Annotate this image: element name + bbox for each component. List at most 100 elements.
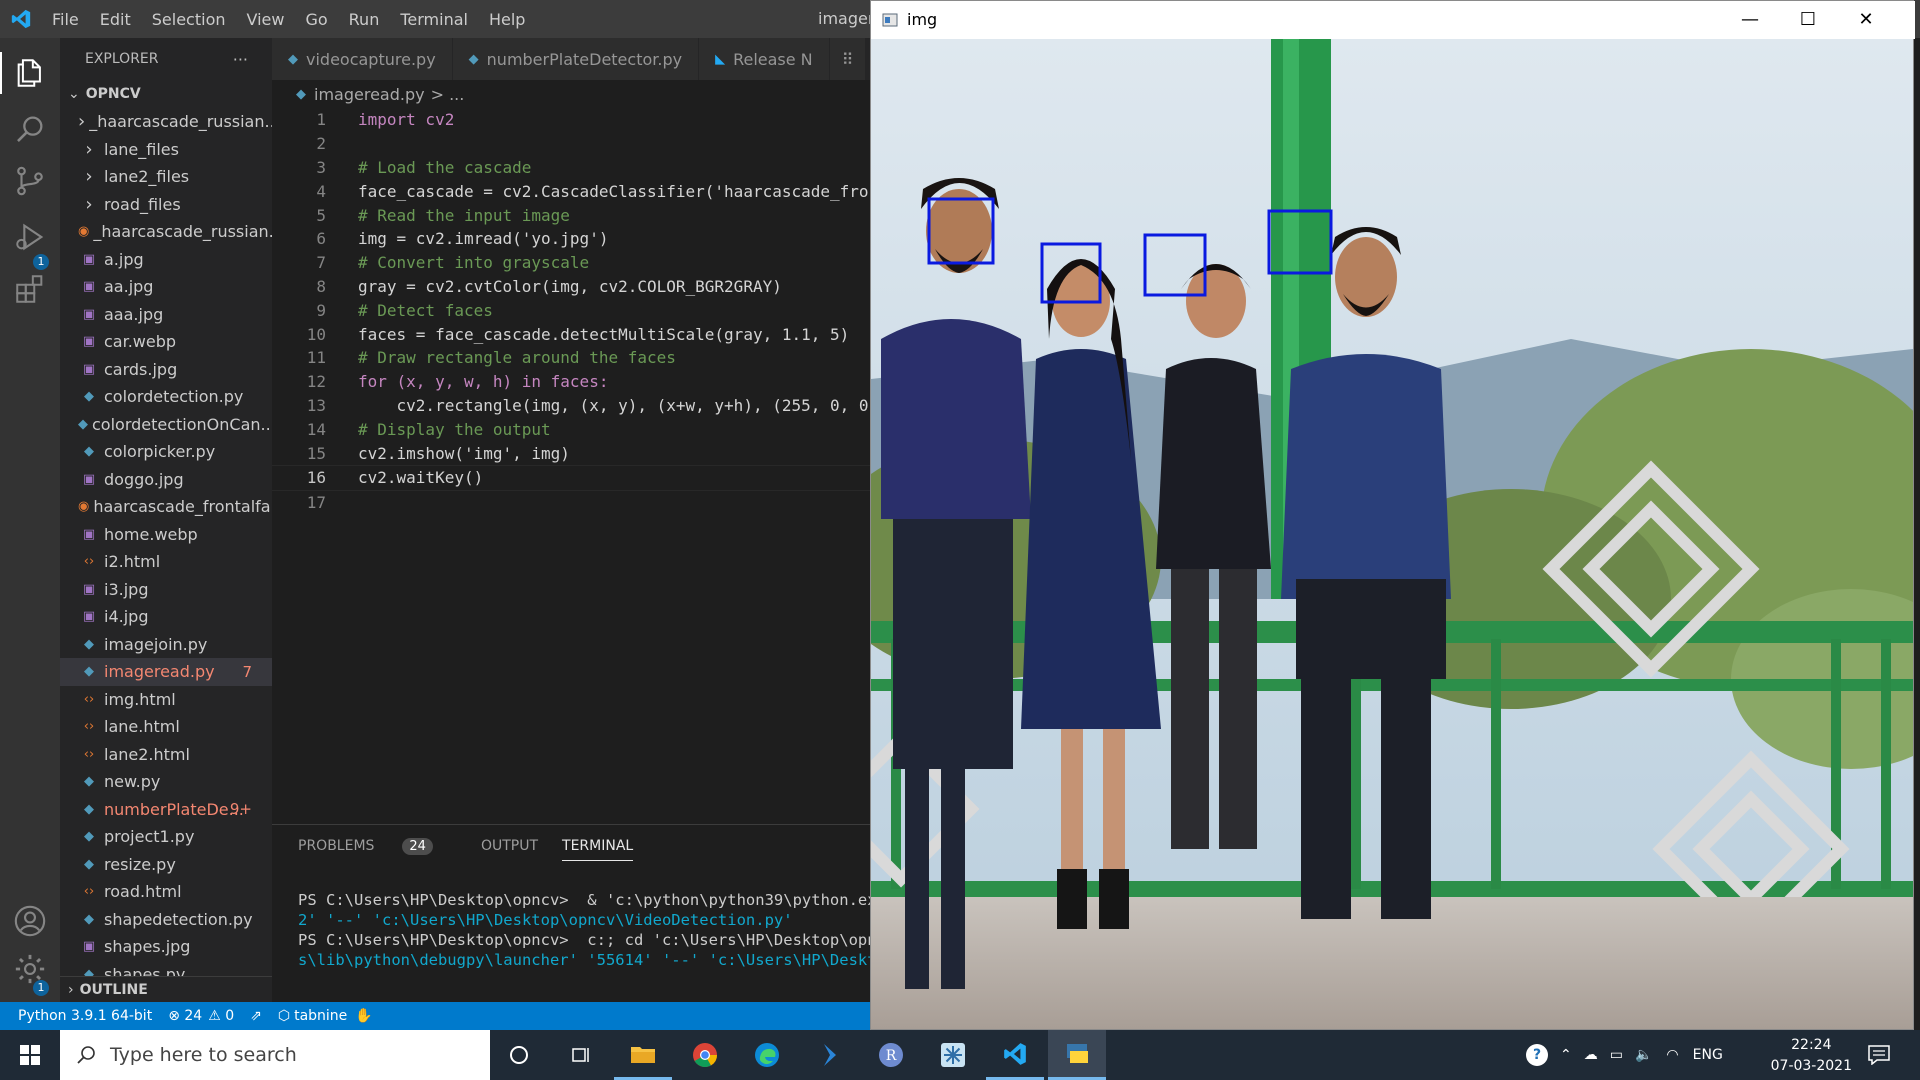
snowflake-app-icon[interactable] bbox=[924, 1030, 982, 1080]
file-tree-item[interactable]: ▣ aa.jpg bbox=[60, 273, 272, 301]
code-line: 11 # Draw rectangle around the faces bbox=[272, 346, 870, 370]
menu-item-terminal[interactable]: Terminal bbox=[400, 10, 468, 29]
file-name: imagejoin.py bbox=[104, 634, 208, 654]
run-debug-icon[interactable] bbox=[13, 220, 47, 254]
file-tree-item[interactable]: ◆ new.py bbox=[60, 768, 272, 796]
vscode-taskbar-icon[interactable] bbox=[986, 1030, 1044, 1080]
code-text: for (x, y, w, h) in faces: bbox=[358, 372, 609, 392]
tab-output[interactable]: OUTPUT bbox=[481, 838, 538, 854]
file-tree-item[interactable]: ◆ resize.py bbox=[60, 851, 272, 879]
power-automate-icon[interactable] bbox=[800, 1030, 858, 1080]
file-tree-item[interactable]: ▣ cards.jpg bbox=[60, 356, 272, 384]
terminal-output[interactable]: PS C:\Users\HP\Desktop\opncv> & 'c:\pyth… bbox=[272, 867, 905, 970]
file-tree-item[interactable]: ◆ shapedetection.py bbox=[60, 906, 272, 934]
file-tree-item[interactable]: › lane2_files bbox=[60, 163, 272, 191]
window-app-icon bbox=[882, 13, 898, 27]
source-control-icon[interactable] bbox=[13, 164, 47, 198]
tab-terminal[interactable]: TERMINAL bbox=[562, 838, 634, 861]
tab-problems[interactable]: PROBLEMS 24 bbox=[298, 837, 457, 855]
html-file-icon: ‹› bbox=[83, 554, 95, 570]
menu-item-selection[interactable]: Selection bbox=[152, 10, 226, 29]
editor-tab[interactable]: ◆ numberPlateDetector.py bbox=[452, 38, 700, 80]
file-tree-item[interactable]: ◆ numberPlateDe... 9+ bbox=[60, 796, 272, 824]
html-file-icon: ‹› bbox=[83, 691, 95, 707]
edge-icon[interactable] bbox=[738, 1030, 796, 1080]
menu-item-file[interactable]: File bbox=[52, 10, 79, 29]
language-indicator[interactable]: ENG bbox=[1693, 1047, 1723, 1063]
tab-label: numberPlateDetector.py bbox=[486, 49, 683, 69]
file-tree-item[interactable]: › _haarcascade_russian... bbox=[60, 108, 272, 136]
root-folder[interactable]: ⌄ OPNCV bbox=[60, 80, 272, 108]
maximize-button[interactable]: ☐ bbox=[1779, 1, 1837, 39]
explorer-icon[interactable] bbox=[13, 56, 47, 90]
file-tree-item[interactable]: ▣ aaa.jpg bbox=[60, 301, 272, 329]
account-icon[interactable] bbox=[13, 904, 47, 938]
file-tree-item[interactable]: ◉ haarcascade_frontalfa... bbox=[60, 493, 272, 521]
windows-start-icon[interactable] bbox=[20, 1045, 40, 1065]
close-button[interactable]: ✕ bbox=[1837, 1, 1895, 39]
file-tree-item[interactable]: ‹› i2.html bbox=[60, 548, 272, 576]
live-share-icon[interactable]: ⇗ bbox=[250, 1008, 262, 1024]
breadcrumb-more[interactable]: > ... bbox=[431, 85, 465, 104]
more-tabs-icon[interactable]: ⠿ bbox=[829, 38, 867, 80]
menu-item-go[interactable]: Go bbox=[305, 10, 327, 29]
search-icon[interactable] bbox=[13, 112, 47, 146]
help-icon[interactable]: ? bbox=[1526, 1044, 1548, 1066]
r-app-icon[interactable]: R bbox=[862, 1030, 920, 1080]
line-number: 8 bbox=[316, 276, 326, 296]
file-tree-item[interactable]: ‹› road.html bbox=[60, 878, 272, 906]
file-tree-item[interactable]: › road_files bbox=[60, 191, 272, 219]
file-tree-item[interactable]: ◆ imagejoin.py bbox=[60, 631, 272, 659]
explorer-more-button[interactable]: ··· bbox=[233, 50, 248, 69]
menu-item-help[interactable]: Help bbox=[489, 10, 525, 29]
editor-tab[interactable]: ◆ videocapture.py bbox=[272, 38, 453, 80]
file-tree-item[interactable]: ‹› img.html bbox=[60, 686, 272, 714]
warning-count[interactable]: ⚠ 0 bbox=[208, 1008, 234, 1024]
file-tree-item[interactable]: ◆ colorpicker.py bbox=[60, 438, 272, 466]
file-tree-item[interactable]: ▣ shapes.jpg bbox=[60, 933, 272, 961]
breadcrumb-file[interactable]: imageread.py bbox=[314, 85, 425, 104]
image-window-titlebar[interactable]: img — ☐ ✕ bbox=[871, 1, 1915, 39]
python-taskbar-icon[interactable] bbox=[1048, 1030, 1106, 1080]
file-tree-item[interactable]: ▣ i4.jpg bbox=[60, 603, 272, 631]
file-tree-item[interactable]: ▣ i3.jpg bbox=[60, 576, 272, 604]
minimize-button[interactable]: — bbox=[1721, 1, 1779, 39]
chrome-icon[interactable] bbox=[676, 1030, 734, 1080]
file-tree-item[interactable]: ▣ a.jpg bbox=[60, 246, 272, 274]
file-explorer-icon[interactable] bbox=[614, 1030, 672, 1080]
volume-icon[interactable]: 🔈 bbox=[1635, 1047, 1652, 1063]
file-tree-item[interactable]: ‹› lane2.html bbox=[60, 741, 272, 769]
file-tree-item[interactable]: ◆ imageread.py 7 bbox=[60, 658, 272, 686]
file-tree-item[interactable]: ◉ _haarcascade_russian... bbox=[60, 218, 272, 246]
editor-tab[interactable]: ◣ Release N bbox=[699, 38, 830, 80]
menu-item-edit[interactable]: Edit bbox=[100, 10, 131, 29]
file-tree-item[interactable]: ◆ colordetection.py bbox=[60, 383, 272, 411]
taskbar-search-box[interactable]: Type here to search bbox=[60, 1030, 490, 1080]
notifications-icon[interactable] bbox=[1868, 1045, 1890, 1065]
battery-icon[interactable]: ▭ bbox=[1610, 1047, 1623, 1063]
onedrive-icon[interactable]: ☁ bbox=[1584, 1047, 1598, 1063]
file-tree-item[interactable]: ▣ doggo.jpg bbox=[60, 466, 272, 494]
task-view-icon[interactable] bbox=[552, 1030, 610, 1080]
tabnine-status[interactable]: tabnine bbox=[294, 1008, 347, 1024]
python-interpreter[interactable]: Python 3.9.1 64-bit bbox=[18, 1008, 152, 1024]
code-line: 7 # Convert into grayscale bbox=[272, 251, 870, 275]
menu-item-run[interactable]: Run bbox=[349, 10, 380, 29]
file-tree-item[interactable]: ‹› lane.html bbox=[60, 713, 272, 741]
chevron-up-icon[interactable]: ⌃ bbox=[1560, 1047, 1572, 1063]
file-tree-item[interactable]: ▣ car.webp bbox=[60, 328, 272, 356]
menu-item-view[interactable]: View bbox=[247, 10, 285, 29]
outline-section[interactable]: › OUTLINE bbox=[60, 976, 272, 1002]
extensions-icon[interactable] bbox=[13, 272, 47, 306]
clock[interactable]: 22:24 07-03-2021 bbox=[1771, 1035, 1852, 1077]
error-count[interactable]: ⊗ 24 bbox=[168, 1008, 202, 1024]
file-tree-item[interactable]: ◆ project1.py bbox=[60, 823, 272, 851]
problem-count: 9+ bbox=[229, 800, 252, 819]
cortana-icon[interactable] bbox=[490, 1030, 548, 1080]
code-text: cv2.imshow('img', img) bbox=[358, 443, 570, 463]
file-tree-item[interactable]: ◆ colordetectionOnCan... bbox=[60, 411, 272, 439]
file-tree-item[interactable]: ▣ home.webp bbox=[60, 521, 272, 549]
wifi-icon[interactable]: ◠ bbox=[1666, 1047, 1678, 1063]
file-tree-item[interactable]: › lane_files bbox=[60, 136, 272, 164]
code-editor[interactable]: 1 import cv2 2 3 # Load the cascade 4 face_cas… bbox=[272, 108, 870, 824]
